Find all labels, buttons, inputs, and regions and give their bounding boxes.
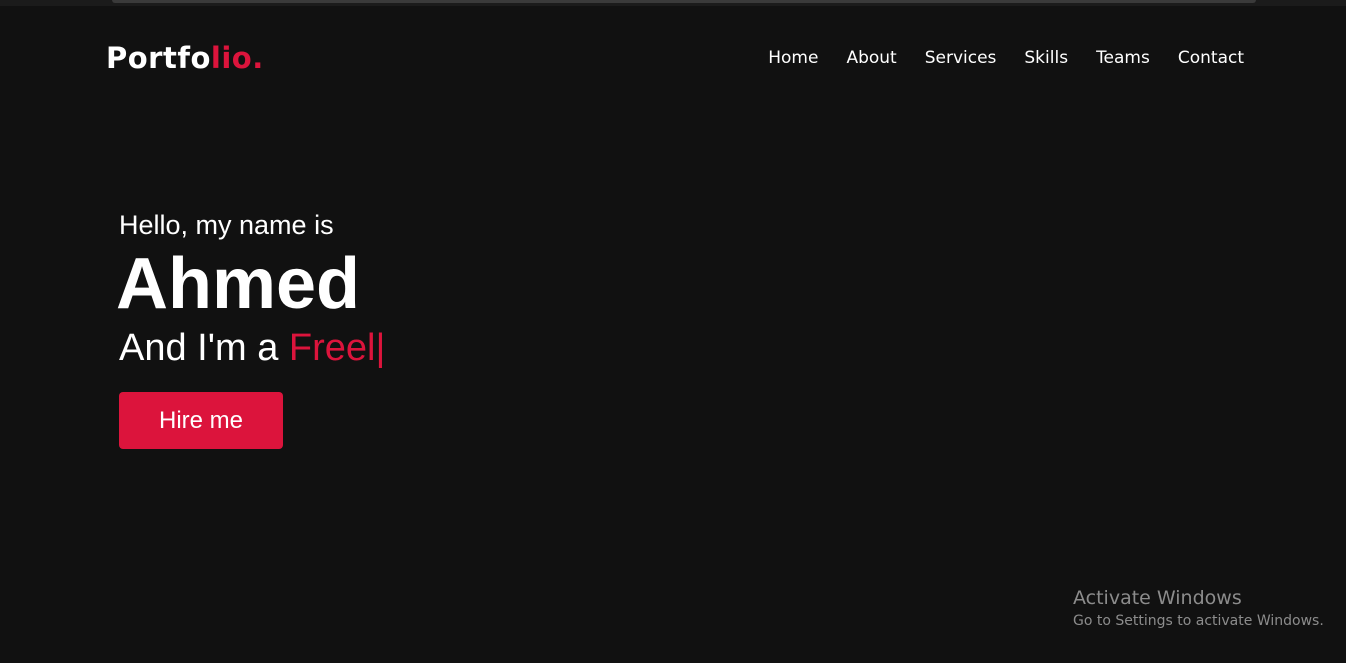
- logo-accent-text: lio.: [210, 41, 264, 75]
- nav-link-contact[interactable]: Contact: [1178, 46, 1244, 70]
- hero-role-line: And I'm a Freel|: [119, 323, 385, 373]
- activate-windows-watermark: Activate Windows Go to Settings to activ…: [1073, 586, 1324, 632]
- watermark-subtitle: Go to Settings to activate Windows.: [1073, 613, 1324, 629]
- nav-link-teams[interactable]: Teams: [1096, 46, 1150, 70]
- logo-main-text: Portfo: [106, 41, 211, 75]
- hero-section: Hello, my name is Ahmed And I'm a Freel|…: [116, 207, 385, 449]
- main-nav: Home About Services Skills Teams Contact: [768, 46, 1244, 70]
- nav-link-about[interactable]: About: [846, 46, 896, 70]
- hero-name: Ahmed: [116, 244, 361, 324]
- browser-scroll-edge: [112, 0, 1256, 3]
- role-prefix: And I'm a: [119, 327, 289, 369]
- nav-link-home[interactable]: Home: [768, 46, 818, 70]
- nav-link-services[interactable]: Services: [925, 46, 997, 70]
- nav-link-skills[interactable]: Skills: [1024, 46, 1068, 70]
- typing-cursor: |: [375, 327, 386, 369]
- role-typed-text: Freel: [288, 327, 376, 369]
- hero-greeting: Hello, my name is: [119, 210, 334, 240]
- portfolio-page: Portfolio. Home About Services Skills Te…: [0, 0, 1346, 663]
- hire-me-button[interactable]: Hire me: [119, 392, 283, 449]
- site-logo[interactable]: Portfolio.: [106, 38, 264, 78]
- browser-top-strip: [0, 0, 1346, 6]
- watermark-title: Activate Windows: [1073, 587, 1242, 609]
